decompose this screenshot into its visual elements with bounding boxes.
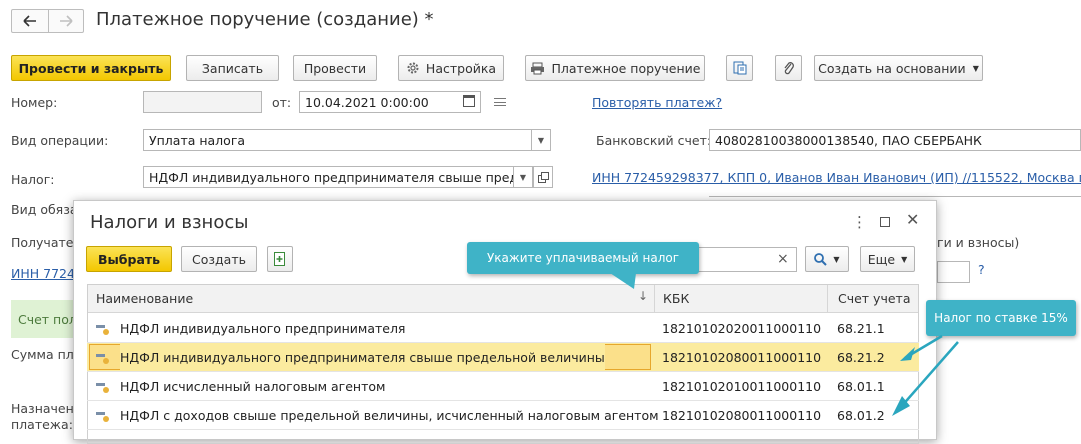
- purpose-label-line1: Назначен: [11, 401, 74, 416]
- modal-title: Налоги и взносы: [90, 212, 249, 233]
- page-title: Платежное поручение (создание) *: [96, 9, 434, 30]
- settings-label: Настройка: [425, 60, 497, 76]
- more-label: Еще: [867, 251, 896, 267]
- settings-button[interactable]: Настройка: [398, 55, 504, 81]
- row-kbk: 18210102010011000110: [662, 378, 822, 394]
- add-copy-icon: [274, 252, 285, 266]
- structure-button[interactable]: [726, 55, 753, 81]
- row-account: 68.21.2: [837, 343, 885, 371]
- column-header-name[interactable]: Наименование: [96, 291, 193, 306]
- help-question[interactable]: ?: [978, 262, 985, 277]
- more-menu-icon[interactable]: ⋮: [852, 213, 867, 231]
- payment-order-button[interactable]: Платежное поручение: [525, 55, 705, 81]
- search-icon: [814, 252, 828, 266]
- search-button[interactable]: ▼: [805, 246, 849, 272]
- bank-account-label: Банковский счет:: [596, 133, 712, 148]
- save-button[interactable]: Записать: [186, 55, 279, 81]
- calendar-icon[interactable]: [463, 95, 475, 107]
- clear-search-button[interactable]: ×: [777, 251, 789, 267]
- taxes-modal: Налоги и взносы ⋮ ✕ Выбрать Создать × ▼ …: [73, 200, 937, 444]
- row-kbk: 18210102020011000110: [662, 320, 822, 336]
- back-button[interactable]: [11, 9, 49, 33]
- copy-button[interactable]: [267, 246, 293, 272]
- date-from-label: от:: [272, 95, 292, 110]
- payment-order-label: Платежное поручение: [551, 60, 701, 76]
- tax-item-icon: [96, 325, 109, 335]
- row-name: НДФЛ индивидуального предпринимателя свы…: [120, 343, 605, 371]
- row-account: 68.01.1: [837, 378, 885, 394]
- nav-buttons: [0, 0, 96, 40]
- table-row[interactable]: НДФЛ индивидуального предпринимателя 182…: [87, 314, 919, 343]
- column-header-account[interactable]: Счет учета: [838, 291, 910, 306]
- number-label: Номер:: [11, 95, 58, 110]
- number-field[interactable]: [143, 91, 262, 113]
- column-header-kbk[interactable]: КБК: [663, 291, 689, 306]
- row-kbk: 18210102080011000110: [662, 343, 822, 371]
- select-button[interactable]: Выбрать: [86, 246, 172, 272]
- arrow-right-icon: [60, 15, 73, 27]
- table-header: Наименование ↓ КБК Счет учета: [88, 285, 918, 313]
- payer-inn-link[interactable]: ИНН 772459298377, КПП 0, Иванов Иван Ива…: [592, 170, 1081, 185]
- post-and-close-button[interactable]: Провести и закрыть: [11, 55, 171, 81]
- column-separator: [654, 285, 655, 313]
- row-name: НДФЛ исчисленный налоговым агентом: [120, 378, 386, 394]
- right-small-field[interactable]: [937, 261, 970, 283]
- table-row[interactable]: НДФЛ исчисленный налоговым агентом 18210…: [87, 372, 919, 401]
- taxes-tail-text: ги и взносы): [937, 235, 1020, 250]
- gear-icon: [407, 62, 419, 74]
- forward-button[interactable]: [48, 9, 84, 33]
- date-field[interactable]: 10.04.2021 0:00:00: [299, 91, 481, 113]
- account-paid-label: Счет пол: [18, 312, 77, 327]
- choose-tax-callout: Укажите уплачиваемый налог: [467, 242, 699, 274]
- recipient-inn-link[interactable]: ИНН 7724: [11, 266, 75, 281]
- recipient-label: Получате: [11, 235, 74, 250]
- callout-arrows: [892, 334, 959, 416]
- printer-icon: [530, 62, 544, 74]
- document-structure-icon: [733, 61, 746, 75]
- post-button[interactable]: Провести: [293, 55, 377, 81]
- choose-tax-callout-tail: [610, 273, 636, 289]
- arrow-left-icon: [23, 15, 36, 27]
- paperclip-icon: [783, 62, 794, 75]
- sort-arrow-icon: ↓: [638, 289, 649, 303]
- list-icon[interactable]: [494, 98, 506, 106]
- table-row[interactable]: НДФЛ с доходов свыше предельной величины…: [87, 401, 919, 430]
- table-row-selected[interactable]: НДФЛ индивидуального предпринимателя свы…: [87, 343, 919, 372]
- chevron-down-icon: ▼: [972, 63, 979, 73]
- search-chevron-icon: ▼: [833, 254, 840, 264]
- create-button[interactable]: Создать: [181, 246, 257, 272]
- column-separator: [827, 285, 828, 313]
- row-account: 68.21.1: [837, 320, 885, 336]
- tax-label: Налог:: [11, 172, 55, 187]
- obligation-label: Вид обяза: [11, 202, 78, 217]
- close-icon[interactable]: ✕: [906, 210, 919, 229]
- tax-item-icon: [96, 383, 109, 393]
- create-based-on-button[interactable]: Создать на основании ▼: [814, 55, 983, 81]
- more-chevron-icon: ▼: [901, 254, 908, 264]
- bank-account-field[interactable]: 40802810038000138540, ПАО СБЕРБАНК: [709, 129, 1081, 151]
- operation-field[interactable]: Уплата налога: [143, 129, 532, 151]
- create-based-on-label: Создать на основании: [818, 60, 966, 76]
- tax-item-icon: [96, 354, 109, 364]
- maximize-icon[interactable]: [880, 217, 890, 227]
- tax-field[interactable]: НДФЛ индивидуального предпринимателя свы…: [143, 166, 514, 188]
- row-name: НДФЛ индивидуального предпринимателя: [120, 320, 406, 336]
- more-button[interactable]: Еще ▼: [860, 246, 915, 272]
- row-account: 68.01.2: [837, 407, 885, 423]
- tax-item-icon: [96, 412, 109, 422]
- attach-button[interactable]: [775, 55, 802, 81]
- repeat-payment-link[interactable]: Повторять платеж?: [592, 95, 722, 110]
- tax-open-button[interactable]: [533, 166, 553, 188]
- open-icon: [537, 171, 549, 183]
- purpose-label-line2: платежа:: [11, 417, 73, 432]
- tax-dropdown[interactable]: ▼: [513, 166, 533, 188]
- operation-label: Вид операции:: [11, 133, 109, 148]
- sum-label: Сумма пл: [11, 347, 74, 362]
- row-name: НДФЛ с доходов свыше предельной величины…: [120, 407, 659, 423]
- operation-dropdown[interactable]: ▼: [531, 129, 551, 151]
- row-kbk: 18210102080011000110: [662, 407, 822, 423]
